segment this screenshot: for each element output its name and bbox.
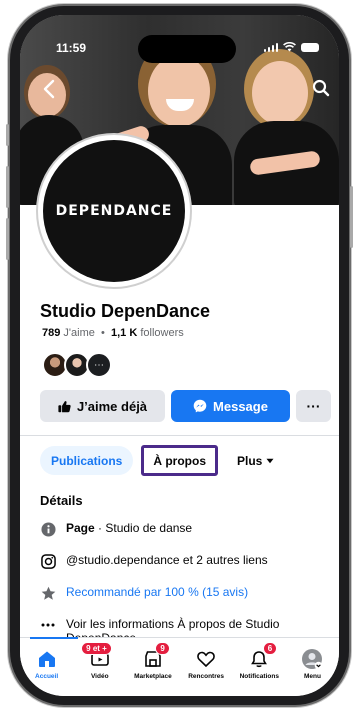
signal-icon (263, 42, 278, 52)
message-button-label: Message (213, 398, 268, 414)
friends-who-like[interactable]: ⋯ (42, 352, 112, 378)
tab-plus[interactable]: Plus (226, 446, 285, 475)
wifi-icon (283, 42, 296, 52)
nav-marketplace[interactable]: 9 Marketplace (126, 638, 179, 696)
cover-figure (148, 55, 210, 127)
back-button[interactable] (42, 79, 56, 104)
ellipsis-icon (40, 617, 56, 633)
tab-label: À propos (153, 453, 207, 468)
more-icon: ⋯ (94, 359, 104, 371)
menu-avatar-icon (301, 648, 323, 670)
recommend-text: Recommandé par 100 % (15 avis) (66, 585, 249, 599)
cover-figure (252, 61, 308, 125)
tab-label: Publications (51, 453, 123, 468)
nav-label: Accueil (35, 673, 59, 680)
star-icon (40, 585, 56, 601)
page-stats: 789 J'aime • 1,1 K followers (42, 327, 184, 339)
tab-label: Plus (237, 453, 263, 468)
nav-rencontres[interactable]: Rencontres (180, 638, 233, 696)
phone-side-button (6, 166, 9, 208)
marketplace-badge: 9 (155, 642, 170, 655)
profile-logo: DEPENDANCE (43, 140, 185, 282)
tab-publications[interactable]: Publications (40, 446, 134, 475)
action-bar: J’aime déjà Message ··· (40, 390, 331, 422)
detail-category: Page · Studio de danse (40, 521, 325, 537)
likes-count[interactable]: 789 (42, 327, 60, 339)
ellipsis-icon: ··· (306, 398, 321, 414)
dynamic-island (138, 35, 236, 63)
phone-side-button (6, 124, 9, 146)
details-title: Détails (40, 493, 83, 508)
category-value: · Studio de danse (94, 521, 193, 535)
message-button[interactable]: Message (171, 390, 290, 422)
heart-icon (195, 648, 217, 670)
nav-accueil[interactable]: Accueil (20, 638, 73, 696)
profile-picture[interactable]: DEPENDANCE (36, 133, 192, 289)
followers-count[interactable]: 1,1 K (111, 327, 137, 339)
messenger-icon (193, 399, 207, 413)
nav-label: Rencontres (188, 673, 224, 680)
notifications-badge: 6 (262, 642, 278, 655)
phone-side-button (6, 218, 9, 260)
search-icon (312, 79, 330, 97)
phone-frame: 11:59 DEPENDANCE Studio DepenDance 789 J… (6, 6, 353, 705)
chevron-left-icon (43, 79, 55, 99)
profile-logo-text: DEPENDANCE (55, 203, 173, 219)
phone-side-button (350, 186, 353, 248)
bottom-nav: Accueil 9 et + Vidéo 9 Marketplace Renco… (20, 637, 339, 696)
tab-a-propos[interactable]: À propos (141, 445, 219, 476)
nav-notifications[interactable]: 6 Notifications (233, 638, 286, 696)
nav-label: Notifications (239, 673, 279, 680)
status-icons (263, 42, 319, 52)
battery-icon (301, 42, 319, 52)
nav-label: Vidéo (90, 673, 109, 680)
followers-label: followers (140, 327, 184, 339)
detail-links[interactable]: @studio.dependance et 2 autres liens (40, 553, 325, 569)
nav-menu[interactable]: Menu (286, 638, 339, 696)
page-title: Studio DepenDance (40, 301, 211, 321)
nav-label: Menu (303, 673, 321, 680)
more-options-button[interactable]: ··· (296, 390, 331, 422)
stats-separator: • (101, 327, 105, 339)
video-badge: 9 et + (81, 642, 112, 655)
like-button-label: J’aime déjà (76, 398, 148, 414)
detail-recommendations[interactable]: Recommandé par 100 % (15 avis) (40, 585, 325, 601)
search-button[interactable] (312, 79, 330, 102)
info-icon (40, 521, 56, 537)
status-time: 11:59 (56, 41, 87, 55)
nav-label: Marketplace (134, 673, 172, 680)
links-text: @studio.dependance et 2 autres liens (66, 553, 268, 567)
thumbs-up-icon (58, 400, 71, 412)
category-label: Page (66, 521, 95, 535)
likes-label: J'aime (63, 327, 95, 339)
caret-down-icon (266, 458, 274, 463)
status-bar: 11:59 (20, 15, 339, 63)
instagram-icon (40, 553, 56, 569)
more-friends-avatar: ⋯ (86, 352, 112, 378)
profile-tabs: Publications À propos Plus (40, 445, 285, 476)
like-button[interactable]: J’aime déjà (40, 390, 165, 422)
home-icon (36, 648, 58, 670)
divider (20, 435, 339, 436)
nav-video[interactable]: 9 et + Vidéo (73, 638, 126, 696)
screen: 11:59 DEPENDANCE Studio DepenDance 789 J… (20, 15, 339, 696)
